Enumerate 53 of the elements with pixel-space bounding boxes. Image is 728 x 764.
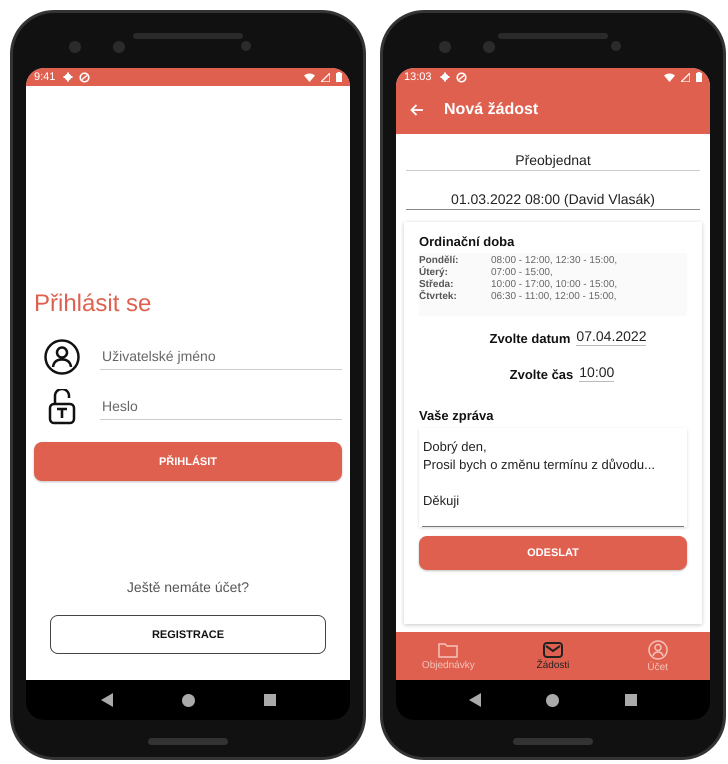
screen-title: Nová žádost xyxy=(444,101,538,119)
back-icon[interactable] xyxy=(100,693,112,707)
hours-text: 10:00 - 17:00, 10:00 - 15:00, xyxy=(491,279,618,290)
battery-icon xyxy=(696,72,702,82)
recents-icon[interactable] xyxy=(264,694,276,706)
register-button[interactable]: REGISTRACE xyxy=(50,615,326,654)
sensor-dot xyxy=(483,41,495,53)
register-prompt: Ještě nemáte účet? xyxy=(126,579,250,595)
appointment-field[interactable]: 01.03.2022 08:00 (David Vlasák) xyxy=(406,191,700,210)
home-icon[interactable] xyxy=(182,694,194,706)
hours-text: 06:30 - 11:00, 12:00 - 15:00, xyxy=(491,291,618,302)
sensor-dot xyxy=(611,41,621,51)
day-label: Čtvrtek: xyxy=(419,291,458,302)
camera-lens xyxy=(439,41,451,53)
user-icon xyxy=(648,640,668,660)
gear-icon xyxy=(440,72,450,82)
message-field[interactable]: Dobrý den, Prosil bych o změnu termínu z důvodu... Děkuji xyxy=(419,428,687,527)
gear-icon xyxy=(63,72,74,82)
user-icon xyxy=(44,339,80,375)
battery-icon xyxy=(336,72,342,82)
day-label: Středa: xyxy=(419,279,454,290)
login-button[interactable]: PŘIHLÁSIT xyxy=(34,442,342,481)
home-icon[interactable] xyxy=(546,694,560,706)
wifi-icon xyxy=(664,72,675,82)
time-field[interactable]: 10:00 xyxy=(579,364,614,382)
recents-icon[interactable] xyxy=(625,694,638,706)
signal-icon xyxy=(321,72,330,82)
date-field[interactable]: 07.04.2022 xyxy=(576,328,646,346)
day-label: Úterý: xyxy=(419,267,449,278)
bottom-tab[interactable]: Žádosti xyxy=(500,632,606,680)
status-time: 9:41 xyxy=(34,71,56,83)
time-label: Zvolte čas xyxy=(510,367,574,382)
folder-icon xyxy=(438,642,458,658)
sensor-dot xyxy=(241,41,251,51)
wifi-icon xyxy=(304,72,315,82)
send-button[interactable]: ODESLAT xyxy=(419,536,687,570)
hours-heading: Ordinační doba xyxy=(419,234,516,249)
back-icon[interactable] xyxy=(468,693,481,707)
login-title: Přihlásit se xyxy=(34,290,152,318)
hours-text: 08:00 - 12:00, 12:30 - 15:00, xyxy=(491,255,618,266)
date-label: Zvolte datum xyxy=(490,331,570,346)
day-label: Pondělí: xyxy=(419,255,460,266)
camera-lens xyxy=(69,41,81,53)
signal-icon xyxy=(681,72,690,82)
request-type-field[interactable]: Přeobjednat xyxy=(406,152,700,171)
sensor-dot xyxy=(113,41,125,53)
message-heading: Vaše zpráva xyxy=(419,408,494,423)
data-saver-icon xyxy=(79,72,90,82)
hours-text: 07:00 - 15:00, xyxy=(491,267,554,278)
back-arrow-icon[interactable] xyxy=(410,104,424,116)
data-saver-icon xyxy=(456,72,467,82)
mail-icon xyxy=(543,642,563,658)
status-time: 13:03 xyxy=(404,71,432,83)
